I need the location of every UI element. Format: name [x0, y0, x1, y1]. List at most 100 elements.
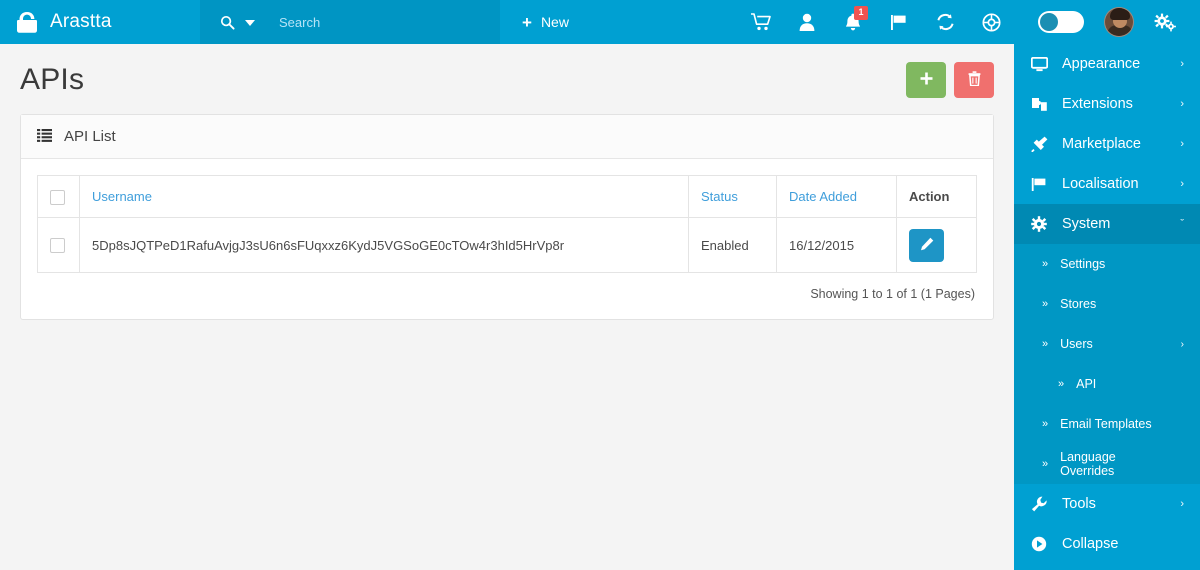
sort-date-added-link[interactable]: Date Added: [789, 189, 857, 204]
sidebar-label-marketplace: Marketplace: [1062, 136, 1141, 152]
monitor-icon: [1030, 56, 1048, 72]
table-row: 5Dp8sJQTPeD1RafuAvjgJ3sU6n6sFUqxxz6KydJ5…: [37, 217, 977, 273]
list-icon: [37, 128, 52, 145]
chevron-right-icon: ›: [1180, 138, 1184, 150]
chevron-right-icon: ›: [1180, 178, 1184, 190]
sidebar-label-extensions: Extensions: [1062, 96, 1133, 112]
chevron-right-icon: ›: [1180, 338, 1184, 350]
wrench-icon: [1030, 496, 1048, 512]
double-chevron-icon: »: [1042, 298, 1049, 310]
page-action-buttons: [906, 62, 994, 98]
brand-name: Arastta: [50, 11, 112, 32]
chevron-right-icon: ›: [1180, 58, 1184, 70]
sidebar-label-email-templates: Email Templates: [1060, 417, 1152, 431]
cell-action: [896, 217, 977, 273]
arastta-logo-icon: [16, 10, 38, 34]
sidebar-label-users: Users: [1060, 337, 1093, 351]
table-body: 5Dp8sJQTPeD1RafuAvjgJ3sU6n6sFUqxxz6KydJ5…: [37, 217, 977, 273]
globe-icon[interactable]: [968, 0, 1014, 44]
select-all-checkbox[interactable]: [50, 189, 65, 205]
pagination-summary: Showing 1 to 1 of 1 (1 Pages): [810, 287, 975, 301]
sidebar-label-appearance: Appearance: [1062, 56, 1141, 72]
pencil-icon: [920, 237, 934, 254]
chevron-down-icon[interactable]: [245, 20, 255, 26]
page-header: APIs: [0, 44, 1014, 114]
double-chevron-icon: »: [1042, 458, 1049, 470]
sidebar-item-users[interactable]: » Users ›: [1014, 324, 1200, 364]
th-status: Status: [688, 175, 777, 218]
sort-username-link[interactable]: Username: [92, 189, 152, 204]
app-root: Arastta + New 1: [0, 0, 1200, 570]
th-date-added: Date Added: [776, 175, 897, 218]
th-select-all: [37, 175, 80, 218]
sort-status-link[interactable]: Status: [701, 189, 738, 204]
sidebar-submenu-system: » Settings » Stores » Users › » API » Em…: [1014, 244, 1200, 484]
search-area[interactable]: [200, 0, 500, 44]
double-chevron-icon: »: [1042, 418, 1049, 430]
gears-icon[interactable]: [1154, 12, 1176, 32]
cell-date-added: 16/12/2015: [776, 217, 897, 273]
row-checkbox[interactable]: [50, 238, 65, 254]
delete-api-button[interactable]: [954, 62, 994, 98]
sidebar-label-language-overrides: Language Overrides: [1060, 450, 1116, 478]
top-header: Arastta + New 1: [0, 0, 1200, 44]
sidebar-item-tools[interactable]: Tools ›: [1014, 484, 1200, 524]
theme-toggle-knob: [1040, 13, 1058, 31]
main-content: APIs API List Username Status Date Added…: [0, 44, 1014, 570]
plus-icon: [920, 72, 933, 89]
cell-status: Enabled: [688, 217, 777, 273]
api-list-panel: API List Username Status Date Added Acti…: [20, 114, 994, 320]
sidebar-label-tools: Tools: [1062, 496, 1096, 512]
cell-username: 5Dp8sJQTPeD1RafuAvjgJ3sU6n6sFUqxxz6KydJ5…: [79, 217, 689, 273]
sidebar-item-collapse[interactable]: Collapse: [1014, 524, 1200, 564]
theme-toggle[interactable]: [1038, 11, 1084, 33]
sidebar-item-settings[interactable]: » Settings: [1014, 244, 1200, 284]
user-icon[interactable]: [784, 0, 830, 44]
th-username: Username: [79, 175, 689, 218]
double-chevron-icon: »: [1042, 258, 1049, 270]
sidebar-item-marketplace[interactable]: Marketplace ›: [1014, 124, 1200, 164]
sidebar-item-language-overrides[interactable]: » Language Overrides: [1014, 444, 1200, 484]
double-chevron-icon: »: [1058, 378, 1065, 390]
table-header-row: Username Status Date Added Action: [37, 175, 977, 218]
sidebar-item-system[interactable]: System ˇ: [1014, 204, 1200, 244]
brand-area[interactable]: Arastta: [0, 0, 200, 44]
new-button[interactable]: + New: [500, 0, 591, 44]
search-input[interactable]: [279, 14, 469, 30]
panel-title: API List: [64, 128, 116, 145]
sidebar-label-api: API: [1076, 377, 1097, 391]
flag-icon[interactable]: [876, 0, 922, 44]
sidebar-label-system: System: [1062, 216, 1111, 232]
plus-icon: +: [522, 12, 532, 32]
cart-icon[interactable]: [738, 0, 784, 44]
gear-icon: [1030, 216, 1048, 232]
notification-badge: 1: [854, 6, 868, 20]
bell-icon[interactable]: 1: [830, 0, 876, 44]
sidebar: Appearance › Extensions › Marketplace ›: [1014, 44, 1200, 570]
sidebar-item-localisation[interactable]: Localisation ›: [1014, 164, 1200, 204]
add-api-button[interactable]: [906, 62, 946, 98]
sync-icon[interactable]: [922, 0, 968, 44]
header-right-group: [1014, 0, 1200, 44]
search-icon[interactable]: [220, 15, 235, 30]
panel-header: API List: [21, 115, 993, 159]
sidebar-item-stores[interactable]: » Stores: [1014, 284, 1200, 324]
sidebar-item-appearance[interactable]: Appearance ›: [1014, 44, 1200, 84]
page-title: APIs: [20, 63, 85, 96]
header-icon-group: 1: [738, 0, 1014, 44]
panel-body: Username Status Date Added Action 5Dp8sJ…: [21, 159, 993, 319]
sidebar-label-collapse: Collapse: [1062, 536, 1119, 552]
sidebar-item-api[interactable]: » API: [1014, 364, 1200, 404]
sidebar-label-stores: Stores: [1060, 297, 1097, 311]
sidebar-item-email-templates[interactable]: » Email Templates: [1014, 404, 1200, 444]
sidebar-label-localisation: Localisation: [1062, 176, 1139, 192]
collapse-icon: [1030, 536, 1048, 552]
sidebar-item-extensions[interactable]: Extensions ›: [1014, 84, 1200, 124]
table-head: Username Status Date Added Action: [37, 175, 977, 218]
trash-icon: [968, 70, 981, 90]
chevron-down-icon: ˇ: [1180, 218, 1184, 230]
flag-icon: [1030, 177, 1048, 192]
th-action: Action: [896, 175, 977, 218]
edit-api-button[interactable]: [909, 228, 944, 262]
user-avatar[interactable]: [1104, 7, 1134, 37]
